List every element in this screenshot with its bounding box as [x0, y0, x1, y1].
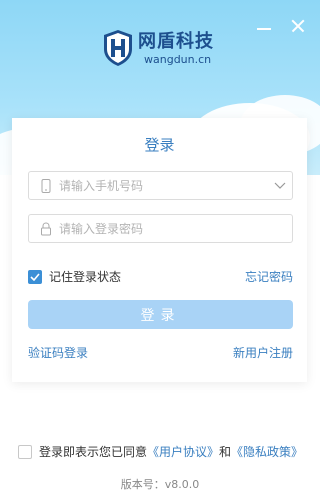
password-input[interactable]: [59, 215, 269, 242]
brand-domain: wangdun.cn: [144, 52, 212, 66]
phone-field[interactable]: [28, 171, 293, 200]
remember-checkbox[interactable]: [28, 269, 42, 284]
privacy-policy-link[interactable]: 《隐私政策》: [231, 443, 303, 460]
agreement-row: 登录即表示您已同意 《用户协议》 和 《隐私政策》: [18, 443, 303, 460]
remember-me-toggle[interactable]: 记住登录状态: [28, 268, 121, 285]
checkmark-icon: [30, 272, 40, 281]
version-label: 版本号：v8.0.0: [120, 478, 200, 491]
brand-name: 网盾科技: [138, 30, 214, 52]
chevron-down-icon[interactable]: [274, 180, 286, 190]
brand-logo: 网盾科技 wangdun.cn: [102, 29, 214, 67]
forgot-password-link[interactable]: 忘记密码: [245, 268, 293, 285]
phone-input[interactable]: [59, 172, 269, 199]
login-title: 登录: [144, 136, 175, 154]
phone-icon: [41, 179, 51, 193]
login-card: 登录 记住登录状态 忘记密码 登录 验证码登录 新用户注册: [12, 118, 307, 382]
sms-login-link[interactable]: 验证码登录: [28, 344, 88, 361]
remember-label: 记住登录状态: [49, 270, 122, 284]
lock-icon: [41, 222, 51, 236]
register-link[interactable]: 新用户注册: [233, 344, 293, 361]
minimize-icon[interactable]: [256, 18, 272, 34]
agreement-conjunction: 和: [219, 445, 232, 459]
user-agreement-link[interactable]: 《用户协议》: [147, 443, 219, 460]
login-button[interactable]: 登录: [28, 300, 293, 329]
agreement-checkbox[interactable]: [18, 444, 32, 459]
close-icon[interactable]: [290, 18, 306, 34]
shield-logo-icon: [104, 30, 132, 66]
agreement-text: 登录即表示您已同意: [39, 445, 148, 459]
password-field[interactable]: [28, 214, 293, 243]
